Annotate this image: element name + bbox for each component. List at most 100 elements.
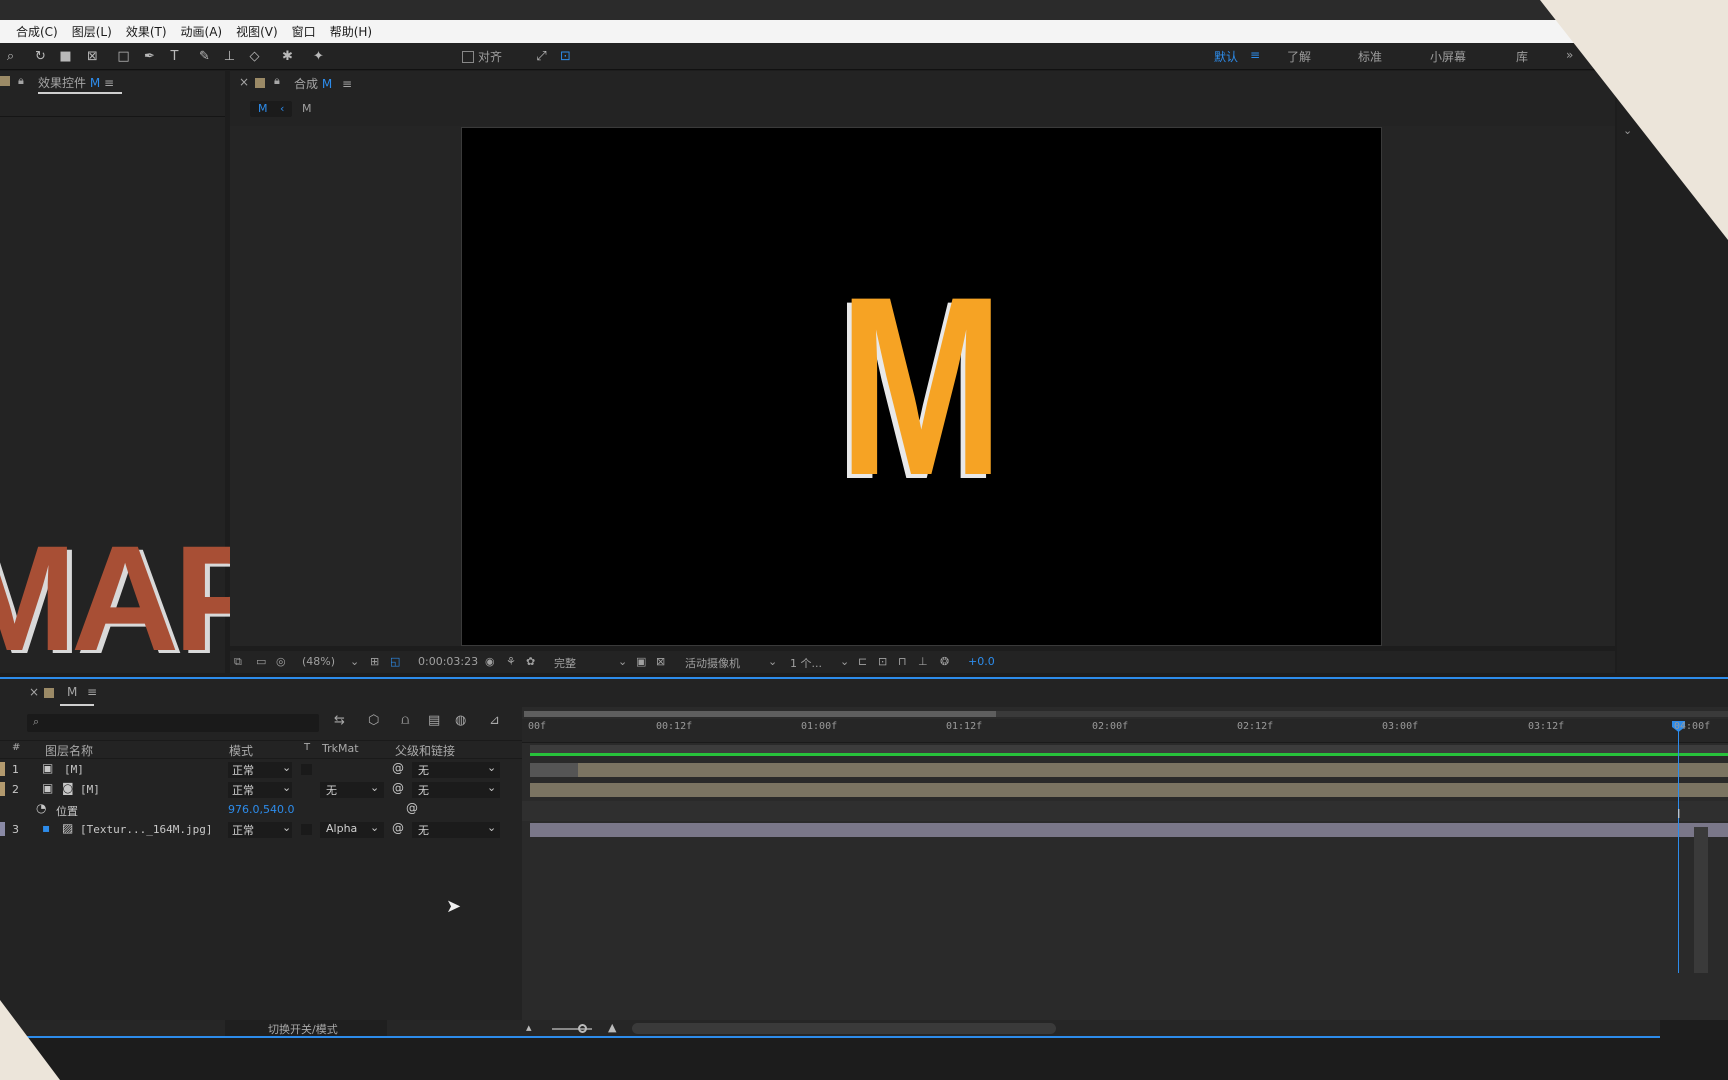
layer-search-input[interactable]: ⌕ bbox=[27, 714, 319, 732]
camera-select[interactable]: 活动摄像机 bbox=[685, 655, 740, 671]
views-select[interactable]: 1 个... bbox=[790, 655, 822, 671]
transparency-grid-icon[interactable]: ⊠ bbox=[656, 655, 665, 668]
channels-icon[interactable]: ✿ bbox=[526, 655, 535, 668]
table-row[interactable]: 2 ▣ ◙ [M] 正常 ⌄ 无 ⌄ @ 无 ⌄ bbox=[0, 780, 522, 799]
chevron-down-icon[interactable]: ⌄ bbox=[768, 655, 777, 668]
motion-blur-icon[interactable]: ◍ bbox=[455, 713, 466, 728]
breadcrumb-item[interactable]: M bbox=[302, 102, 312, 115]
lock-icon[interactable]: 🔒︎ bbox=[274, 74, 280, 88]
breadcrumb-active[interactable]: M ‹ bbox=[250, 101, 292, 117]
snap-icon[interactable]: ⊡ bbox=[557, 48, 574, 65]
pen-tool-icon[interactable]: ✒ bbox=[141, 48, 158, 65]
workspace-menu-icon[interactable]: ≡ bbox=[1250, 48, 1260, 62]
frame-blending-icon[interactable]: ▤ bbox=[428, 713, 440, 728]
zoom-tool-icon[interactable]: ⌕ bbox=[2, 48, 19, 65]
fit-icon[interactable]: ⊞ bbox=[370, 655, 379, 668]
work-area-bar[interactable] bbox=[530, 753, 1728, 756]
camera-tool-icon[interactable]: ■ bbox=[57, 48, 74, 65]
menu-composition[interactable]: 合成(C) bbox=[16, 23, 58, 40]
workspace-standard[interactable]: 标准 bbox=[1358, 48, 1382, 65]
pickwhip-icon[interactable]: @ bbox=[392, 761, 404, 775]
comp-mini-flowchart-icon[interactable]: ⇆ bbox=[334, 713, 345, 728]
zoom-in-icon[interactable]: ▲ bbox=[608, 1021, 616, 1034]
position-value[interactable]: 976.0,540.0 bbox=[228, 803, 294, 816]
horizontal-scrollbar[interactable] bbox=[632, 1023, 1056, 1034]
header-parent[interactable]: 父级和链接 bbox=[395, 742, 455, 759]
vertical-scrollbar[interactable] bbox=[1694, 827, 1708, 973]
reset-exposure-icon[interactable]: ❂ bbox=[940, 655, 949, 668]
header-trkmat[interactable]: TrkMat bbox=[322, 742, 359, 755]
layer-name[interactable]: [M] bbox=[80, 783, 100, 796]
chevron-down-icon[interactable]: ⌄ bbox=[840, 655, 849, 668]
workspace-small-screen[interactable]: 小屏幕 bbox=[1430, 48, 1466, 65]
shy-layers-icon[interactable]: ⩍ bbox=[401, 713, 409, 728]
monitor-icon[interactable]: ▭ bbox=[256, 655, 266, 668]
chevron-down-icon[interactable]: ⌄ bbox=[350, 655, 359, 668]
navigator-range[interactable] bbox=[524, 711, 996, 717]
timeline-tab-close-icon[interactable]: × bbox=[29, 685, 39, 699]
workspace-overflow-icon[interactable]: » bbox=[1566, 48, 1573, 62]
flowchart-icon[interactable]: ⊥ bbox=[918, 655, 928, 668]
fast-preview-icon[interactable]: ⊡ bbox=[878, 655, 887, 668]
work-area-track[interactable] bbox=[530, 745, 1728, 753]
zoom-slider-handle[interactable] bbox=[578, 1024, 587, 1033]
draft-3d-icon[interactable]: ⬡ bbox=[368, 713, 379, 728]
rectangle-tool-icon[interactable]: □ bbox=[115, 48, 132, 65]
mask-icon[interactable]: ◎ bbox=[276, 655, 286, 668]
resolution-select[interactable]: 完整 bbox=[554, 655, 576, 671]
region-of-interest-icon[interactable]: ▣ bbox=[636, 655, 646, 668]
pickwhip-icon[interactable]: @ bbox=[406, 801, 418, 815]
property-row[interactable]: ◔ 位置 976.0,540.0 @ bbox=[0, 800, 522, 819]
layer-name[interactable]: [M] bbox=[64, 763, 84, 776]
pan-behind-tool-icon[interactable]: ⊠ bbox=[84, 48, 101, 65]
table-row[interactable]: 1 ▣ [M] 正常 ⌄ @ 无 ⌄ bbox=[0, 760, 522, 779]
layer-1-bar[interactable] bbox=[578, 763, 1728, 777]
menu-window[interactable]: 窗口 bbox=[292, 23, 316, 40]
align-checkbox[interactable] bbox=[462, 51, 474, 63]
rotate-tool-icon[interactable]: ↻ bbox=[32, 48, 49, 65]
pickwhip-icon[interactable]: @ bbox=[392, 781, 404, 795]
brush-tool-icon[interactable]: ✎ bbox=[196, 48, 213, 65]
effect-controls-tab[interactable]: 效果控件 M ≡ bbox=[38, 74, 114, 91]
always-preview-icon[interactable]: ⧉ bbox=[234, 655, 242, 669]
roto-brush-tool-icon[interactable]: ✱ bbox=[279, 48, 296, 65]
composition-tab[interactable]: 合成 M ≡ bbox=[294, 75, 352, 92]
snapshot-camera-icon[interactable]: ◉ bbox=[485, 655, 495, 668]
table-row[interactable]: 3 ▪ ▨ [Textur..._164M.jpg] 正常 ⌄ Alpha ⌄ … bbox=[0, 820, 522, 839]
panel-menu-icon[interactable]: ≡ bbox=[87, 685, 97, 699]
timeline-icon[interactable]: ⊓ bbox=[898, 655, 907, 668]
eraser-tool-icon[interactable]: ◇ bbox=[246, 48, 263, 65]
puppet-pin-tool-icon[interactable]: ✦ bbox=[310, 48, 327, 65]
zoom-select[interactable]: (48%) bbox=[302, 655, 335, 668]
timeline-tracks[interactable] bbox=[522, 707, 1728, 1020]
region-icon[interactable]: ◱ bbox=[390, 655, 400, 668]
preserve-transparency-checkbox[interactable] bbox=[301, 824, 312, 835]
header-mode[interactable]: 模式 bbox=[229, 742, 253, 759]
workspace-libraries[interactable]: 库 bbox=[1516, 48, 1528, 65]
graph-editor-icon[interactable]: ⊿ bbox=[489, 713, 500, 728]
show-snapshot-icon[interactable]: ⚘ bbox=[506, 655, 516, 668]
zoom-out-icon[interactable]: ▴ bbox=[526, 1021, 532, 1034]
preserve-transparency-checkbox[interactable] bbox=[301, 764, 312, 775]
menu-animation[interactable]: 动画(A) bbox=[181, 23, 223, 40]
stopwatch-icon[interactable]: ◔ bbox=[36, 801, 46, 815]
layer-2-bar[interactable] bbox=[530, 783, 1728, 797]
lock-icon[interactable]: 🔒︎ bbox=[18, 74, 24, 88]
clone-stamp-tool-icon[interactable]: ⊥ bbox=[221, 48, 238, 65]
menu-effect[interactable]: 效果(T) bbox=[126, 23, 167, 40]
pickwhip-icon[interactable]: @ bbox=[392, 821, 404, 835]
layer-label-color[interactable] bbox=[0, 762, 5, 776]
layer-1-bar-head[interactable] bbox=[530, 763, 578, 777]
type-tool-icon[interactable]: T bbox=[166, 48, 183, 65]
menu-view[interactable]: 视图(V) bbox=[236, 23, 278, 40]
comp-tab-close-icon[interactable]: × bbox=[239, 75, 249, 89]
chevron-down-icon[interactable]: ⌄ bbox=[1623, 124, 1632, 137]
workspace-learn[interactable]: 了解 bbox=[1287, 48, 1311, 65]
current-time-indicator[interactable] bbox=[1678, 725, 1679, 973]
timecode[interactable]: 0:00:03:23 bbox=[418, 655, 478, 668]
timeline-tab-label[interactable]: M bbox=[67, 685, 77, 699]
chevron-down-icon[interactable]: ⌄ bbox=[618, 655, 627, 668]
layer-label-color[interactable] bbox=[0, 822, 5, 836]
menu-layer[interactable]: 图层(L) bbox=[72, 23, 112, 40]
panel-menu-icon[interactable]: ≡ bbox=[342, 77, 352, 91]
